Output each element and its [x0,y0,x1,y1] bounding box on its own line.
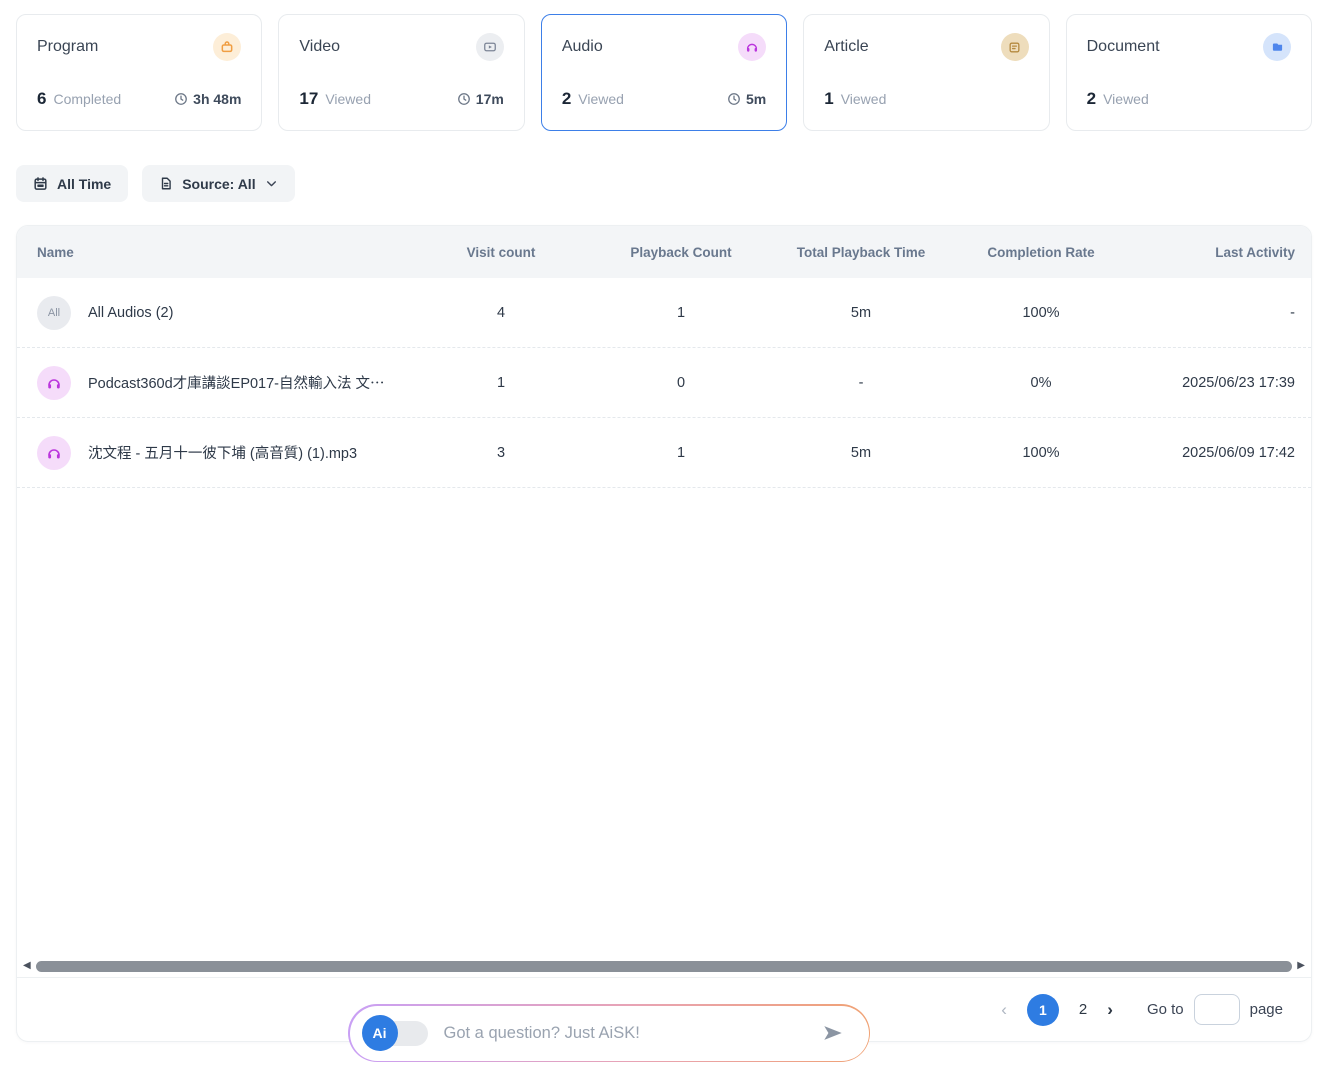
card-time: 17m [476,91,504,107]
table-empty-area [17,488,1311,957]
scroll-right-icon[interactable]: ▶ [1297,961,1305,971]
ai-toggle[interactable]: Ai [362,1015,428,1051]
card-title: Program [37,38,98,56]
column-header-total-playback-time: Total Playback Time [771,245,951,260]
column-header-visit-count: Visit count [411,245,591,260]
chevron-down-icon [265,177,278,190]
card-count-label: Viewed [1103,91,1149,107]
pagination-page-1-button[interactable]: 1 [1027,994,1059,1026]
playback-count-cell: 1 [591,445,771,461]
source-filter-label: Source: All [182,176,255,192]
column-header-completion-rate: Completion Rate [951,245,1131,260]
program-icon [213,33,241,61]
card-count-label: Viewed [841,91,887,107]
goto-label: Go to [1147,1001,1184,1018]
all-badge: All [37,296,71,330]
pagination-next-button[interactable]: › [1107,1001,1113,1018]
table-row[interactable]: All All Audios (2) 4 1 5m 100% - [17,278,1311,348]
column-header-last-activity: Last Activity [1131,245,1311,260]
card-count: 17 [299,89,318,109]
completion-rate-cell: 0% [951,375,1131,391]
source-filter-button[interactable]: Source: All [142,165,294,202]
row-name: Podcast360d才庫講談EP017-自然輸入法 文⋯ [88,372,385,393]
headphones-icon [37,436,71,470]
total-playback-time-cell: - [771,375,951,391]
card-count: 1 [824,89,833,109]
card-video[interactable]: Video 17 Viewed 17m [278,14,524,131]
card-count-label: Viewed [325,91,371,107]
filter-bar: All Time Source: All [16,165,295,202]
last-activity-cell: - [1131,305,1311,321]
pagination-prev-button[interactable]: ‹ [1001,1001,1007,1018]
card-time: 5m [746,91,766,107]
clock-icon [457,92,471,106]
card-title: Video [299,38,340,56]
card-count-label: Viewed [578,91,624,107]
card-time: 3h 48m [193,91,241,107]
visit-count-cell: 3 [411,445,591,461]
content-table: Name Visit count Playback Count Total Pl… [16,225,1312,1042]
visit-count-cell: 1 [411,375,591,391]
card-title: Document [1087,38,1160,56]
completion-rate-cell: 100% [951,305,1131,321]
table-header: Name Visit count Playback Count Total Pl… [17,226,1311,278]
total-playback-time-cell: 5m [771,305,951,321]
row-name: All Audios (2) [88,305,173,321]
card-audio[interactable]: Audio 2 Viewed 5m [541,14,787,131]
card-count: 2 [1087,89,1096,109]
playback-count-cell: 1 [591,305,771,321]
card-title: Audio [562,38,603,56]
goto-page-input[interactable] [1194,994,1240,1025]
headphones-icon [738,33,766,61]
card-title: Article [824,38,868,56]
article-icon [1001,33,1029,61]
visit-count-cell: 4 [411,305,591,321]
column-header-name: Name [17,245,411,260]
aisk-bar: Ai [348,1004,870,1062]
page-label: page [1250,1001,1283,1018]
card-article[interactable]: Article 1 Viewed [803,14,1049,131]
last-activity-cell: 2025/06/23 17:39 [1131,375,1311,391]
calendar-icon [33,176,48,191]
card-count: 6 [37,89,46,109]
scroll-left-icon[interactable]: ◀ [23,961,31,971]
time-filter-button[interactable]: All Time [16,165,128,202]
pagination-page-2-button[interactable]: 2 [1079,1001,1087,1018]
card-document[interactable]: Document 2 Viewed [1066,14,1312,131]
document-icon [1263,33,1291,61]
summary-cards: Program 6 Completed 3h 48m [16,14,1312,131]
table-row[interactable]: 沈文程 - 五月十一彼下埔 (高音質) (1).mp3 3 1 5m 100% … [17,418,1311,488]
horizontal-scrollbar[interactable]: ◀ ▶ [17,957,1311,975]
clock-icon [727,92,741,106]
headphones-icon [37,366,71,400]
column-header-playback-count: Playback Count [591,245,771,260]
row-name: 沈文程 - 五月十一彼下埔 (高音質) (1).mp3 [88,442,357,463]
video-icon [476,33,504,61]
time-filter-label: All Time [57,176,111,192]
last-activity-cell: 2025/06/09 17:42 [1131,445,1311,461]
table-row[interactable]: Podcast360d才庫講談EP017-自然輸入法 文⋯ 1 0 - 0% 2… [17,348,1311,418]
ai-badge: Ai [362,1015,398,1051]
scrollbar-thumb[interactable] [36,961,1293,972]
aisk-question-input[interactable] [444,1024,805,1043]
file-icon [159,176,173,191]
card-program[interactable]: Program 6 Completed 3h 48m [16,14,262,131]
clock-icon [174,92,188,106]
card-count-label: Completed [53,91,121,107]
playback-count-cell: 0 [591,375,771,391]
send-icon[interactable] [821,1022,845,1044]
total-playback-time-cell: 5m [771,445,951,461]
card-count: 2 [562,89,571,109]
completion-rate-cell: 100% [951,445,1131,461]
